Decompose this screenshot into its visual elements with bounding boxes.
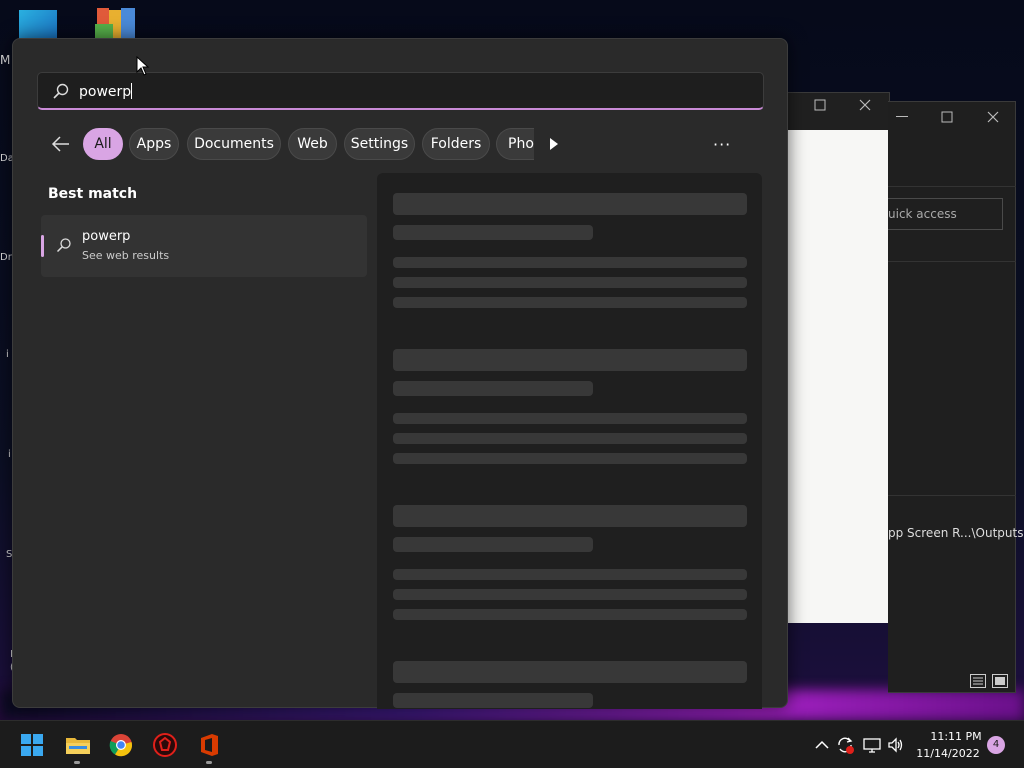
result-subtitle: See web results (82, 249, 170, 262)
desktop-icon-avg[interactable] (95, 6, 139, 40)
skeleton-block (393, 277, 747, 288)
skeleton-block (393, 505, 747, 527)
search-icon (53, 83, 69, 99)
clock-time[interactable]: 11:11 PM (924, 730, 988, 743)
network-icon[interactable] (862, 735, 882, 755)
close-icon[interactable] (859, 99, 871, 111)
filter-chip-web[interactable]: Web (288, 128, 337, 160)
result-title: powerp (82, 229, 131, 244)
skeleton-block (393, 609, 747, 620)
antivirus-app-icon[interactable] (153, 733, 177, 757)
back-arrow-icon[interactable] (51, 135, 71, 153)
divider (888, 495, 1016, 496)
skeleton-block (393, 193, 747, 215)
skeleton-block (393, 569, 747, 580)
start-search-panel: powerp All Apps Documents Web Settings F… (12, 38, 788, 709)
running-indicator (74, 761, 80, 764)
tiles-view-icon[interactable] (992, 674, 1008, 688)
skeleton-block (393, 453, 747, 464)
file-explorer-icon[interactable] (65, 733, 91, 757)
clock-date[interactable]: 11/14/2022 (916, 747, 980, 760)
search-query-text: powerp (79, 83, 133, 100)
filter-chip-settings[interactable]: Settings (344, 128, 415, 160)
desktop-icon-this-pc[interactable] (19, 10, 57, 40)
file-explorer-window[interactable]: uick access pp Screen R...\Outputs (888, 101, 1023, 693)
desktop-label: M (0, 53, 11, 67)
skeleton-block (393, 349, 747, 371)
start-button-icon[interactable] (20, 733, 44, 757)
best-match-result[interactable]: powerp See web results (41, 215, 367, 277)
notification-badge[interactable]: 4 (987, 736, 1005, 754)
explorer-search-input[interactable]: uick access (888, 198, 1003, 230)
selection-indicator (41, 235, 44, 257)
search-input[interactable]: powerp (37, 72, 764, 110)
close-icon[interactable] (987, 111, 999, 123)
skeleton-block (393, 537, 593, 552)
desktop-label: i (6, 349, 9, 360)
maximize-icon[interactable] (814, 99, 826, 111)
desktop-label: i (8, 449, 11, 460)
more-options-icon[interactable]: ··· (713, 135, 731, 154)
background-window[interactable] (787, 92, 890, 623)
skeleton-block (393, 413, 747, 424)
skeleton-block (393, 297, 747, 308)
filter-chip-photos[interactable]: Pho (496, 128, 534, 160)
maximize-icon[interactable] (941, 111, 953, 123)
scroll-right-icon[interactable] (549, 137, 559, 151)
details-view-icon[interactable] (970, 674, 986, 688)
skeleton-block (393, 693, 593, 708)
skeleton-block (393, 589, 747, 600)
preview-pane-loading (377, 173, 762, 709)
filter-bar: All Apps Documents Web Settings Folders … (37, 128, 777, 160)
divider (888, 186, 1016, 187)
skeleton-block (393, 381, 593, 396)
skeleton-block (393, 661, 747, 683)
sync-icon[interactable] (835, 735, 855, 755)
skeleton-block (393, 225, 593, 240)
filter-chip-all[interactable]: All (83, 128, 123, 160)
desktop-label: Dr (0, 252, 12, 263)
chrome-icon[interactable] (109, 733, 133, 757)
skeleton-block (393, 433, 747, 444)
volume-icon[interactable] (886, 735, 906, 755)
search-icon (56, 238, 71, 253)
explorer-path-text: pp Screen R...\Outputs (888, 526, 1024, 540)
filter-chip-folders[interactable]: Folders (422, 128, 490, 160)
skeleton-block (393, 257, 747, 268)
filter-chip-apps[interactable]: Apps (129, 128, 179, 160)
running-indicator (206, 761, 212, 764)
office-app-icon[interactable] (197, 733, 221, 757)
taskbar: 11:11 PM 11/14/2022 4 (0, 720, 1024, 768)
filter-chip-documents[interactable]: Documents (187, 128, 281, 160)
window-content (788, 130, 889, 623)
minimize-icon[interactable] (896, 116, 908, 118)
divider (888, 261, 1016, 262)
chevron-up-icon[interactable] (812, 735, 832, 755)
mouse-pointer-icon (136, 56, 150, 76)
best-match-heading: Best match (48, 186, 138, 202)
window-titlebar[interactable] (788, 93, 889, 129)
